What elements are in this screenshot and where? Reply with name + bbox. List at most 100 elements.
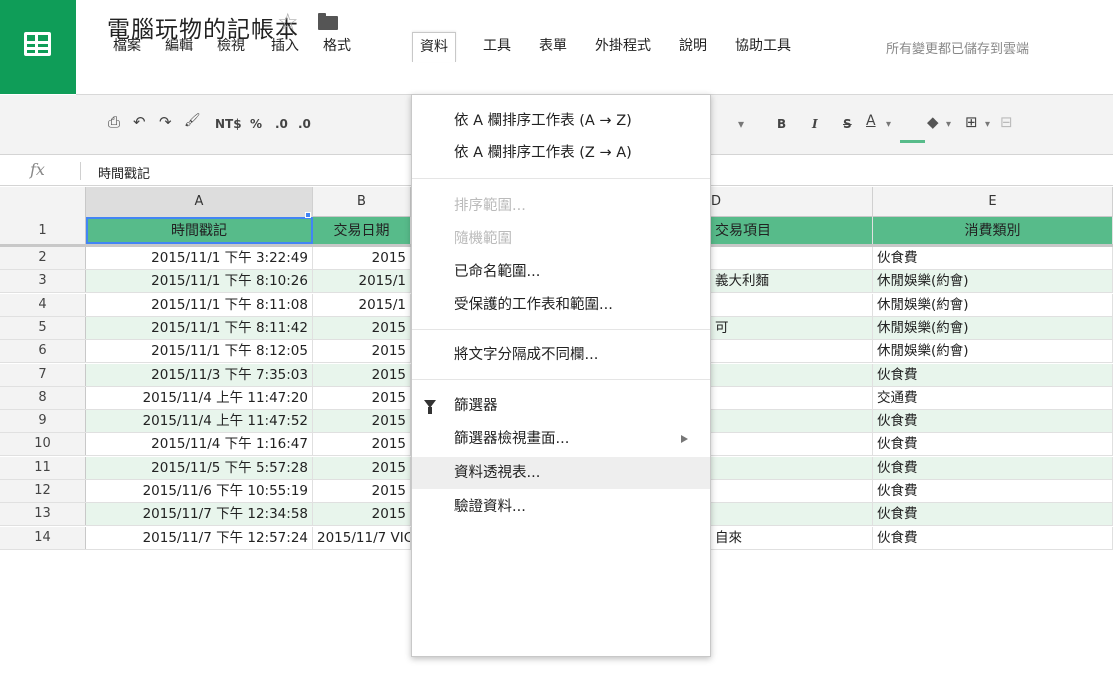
- row-number[interactable]: 3: [0, 270, 86, 293]
- menu-edit[interactable]: 編輯: [158, 32, 200, 60]
- menu-item-named-ranges[interactable]: 已命名範圍...: [412, 256, 710, 288]
- bold-button[interactable]: B: [777, 117, 786, 131]
- cell-b[interactable]: 2015/11/7 VICKY: [313, 526, 411, 549]
- row-number[interactable]: 13: [0, 503, 86, 526]
- row-number[interactable]: 4: [0, 293, 86, 316]
- menu-item-data-validation[interactable]: 驗證資料...: [412, 491, 710, 523]
- cell-d[interactable]: [711, 410, 873, 433]
- percent-format-button[interactable]: %: [250, 117, 262, 131]
- formula-input[interactable]: 時間戳記: [98, 163, 150, 182]
- cell-b[interactable]: 2015: [313, 363, 411, 386]
- font-size-dropdown[interactable]: ▾: [738, 117, 744, 131]
- cell-a[interactable]: 2015/11/4 上午 11:47:20: [86, 386, 313, 409]
- cell-e[interactable]: 伙食費: [873, 363, 1113, 386]
- save-status[interactable]: 所有變更都已儲存到雲端: [886, 38, 1029, 57]
- sheets-logo[interactable]: [0, 0, 76, 94]
- fill-color-icon[interactable]: ◆: [927, 113, 939, 131]
- cell-b[interactable]: 2015/1: [313, 293, 411, 316]
- row-number[interactable]: 14: [0, 526, 86, 549]
- fill-color-caret-icon[interactable]: ▾: [946, 119, 951, 130]
- cell-e[interactable]: 伙食費: [873, 526, 1113, 549]
- merge-cells-icon[interactable]: ⊟: [1000, 113, 1013, 131]
- cell-e[interactable]: 伙食費: [873, 247, 1113, 269]
- cell-a[interactable]: 2015/11/7 下午 12:34:58: [86, 503, 313, 526]
- menu-item-sort-range[interactable]: 排序範圍...: [412, 190, 710, 222]
- menu-insert[interactable]: 插入: [264, 32, 306, 60]
- menu-accessibility[interactable]: 協助工具: [728, 32, 798, 60]
- cell-e[interactable]: 伙食費: [873, 480, 1113, 502]
- cell-e[interactable]: 交通費: [873, 386, 1113, 409]
- menu-help[interactable]: 說明: [672, 32, 714, 60]
- text-color-button[interactable]: A: [866, 113, 876, 129]
- cell-d[interactable]: [711, 480, 873, 502]
- cell-b[interactable]: 2015: [313, 433, 411, 456]
- borders-caret-icon[interactable]: ▾: [985, 119, 990, 130]
- cell-b[interactable]: 2015: [313, 410, 411, 433]
- borders-icon[interactable]: ⊞: [965, 113, 978, 131]
- cell-a[interactable]: 2015/11/4 下午 1:16:47: [86, 433, 313, 456]
- menu-item-randomize-range[interactable]: 隨機範圍: [412, 223, 710, 255]
- folder-icon[interactable]: [318, 13, 338, 30]
- row-number[interactable]: 10: [0, 433, 86, 456]
- cell-d[interactable]: [711, 386, 873, 409]
- cell-a1[interactable]: 時間戳記: [86, 217, 313, 244]
- row-number[interactable]: 12: [0, 480, 86, 502]
- cell-e[interactable]: 休閒娛樂(約會): [873, 270, 1113, 293]
- cell-b[interactable]: 2015: [313, 340, 411, 363]
- cell-d[interactable]: [711, 340, 873, 363]
- menu-item-sort-a-z[interactable]: 依 A 欄排序工作表 (A → Z): [412, 105, 710, 137]
- cell-d[interactable]: [711, 503, 873, 526]
- row-number[interactable]: 6: [0, 340, 86, 363]
- menu-item-pivot-table[interactable]: 資料透視表...: [412, 457, 710, 489]
- cell-b[interactable]: 2015: [313, 247, 411, 269]
- column-header-d[interactable]: D: [711, 187, 873, 217]
- cell-a[interactable]: 2015/11/1 下午 8:11:08: [86, 293, 313, 316]
- cell-d[interactable]: 可: [711, 316, 873, 339]
- increase-decimal-button[interactable]: .0: [298, 117, 311, 131]
- undo-icon[interactable]: ↶: [133, 113, 146, 131]
- column-header-a[interactable]: A: [86, 187, 313, 217]
- menu-file[interactable]: 檔案: [106, 32, 148, 60]
- menu-format[interactable]: 格式: [316, 32, 358, 60]
- cell-a[interactable]: 2015/11/1 下午 8:11:42: [86, 316, 313, 339]
- column-header-b[interactable]: B: [313, 187, 411, 217]
- menu-addons[interactable]: 外掛程式: [588, 32, 658, 60]
- cell-d[interactable]: [711, 363, 873, 386]
- cell-d[interactable]: 自來: [711, 526, 873, 549]
- row-number[interactable]: 2: [0, 247, 86, 269]
- row-number[interactable]: 11: [0, 456, 86, 479]
- decrease-decimal-button[interactable]: .0: [275, 117, 288, 131]
- cell-b1[interactable]: 交易日期: [313, 217, 411, 244]
- row-number[interactable]: 1: [0, 217, 86, 244]
- currency-format-button[interactable]: NT$: [215, 117, 242, 131]
- menu-item-sort-z-a[interactable]: 依 A 欄排序工作表 (Z → A): [412, 137, 710, 169]
- menu-form[interactable]: 表單: [532, 32, 574, 60]
- cell-a[interactable]: 2015/11/3 下午 7:35:03: [86, 363, 313, 386]
- menu-item-protected-sheets[interactable]: 受保護的工作表和範圍...: [412, 289, 710, 321]
- cell-a[interactable]: 2015/11/1 下午 8:12:05: [86, 340, 313, 363]
- menu-tools[interactable]: 工具: [476, 32, 518, 60]
- print-icon[interactable]: ⎙: [108, 113, 120, 131]
- column-header-e[interactable]: E: [873, 187, 1113, 217]
- select-all-corner[interactable]: [0, 187, 86, 217]
- cell-e[interactable]: 休閒娛樂(約會): [873, 340, 1113, 363]
- cell-e[interactable]: 伙食費: [873, 410, 1113, 433]
- strikethrough-button[interactable]: S: [843, 117, 852, 131]
- cell-a[interactable]: 2015/11/5 下午 5:57:28: [86, 456, 313, 479]
- cell-b[interactable]: 2015: [313, 386, 411, 409]
- row-number[interactable]: 5: [0, 316, 86, 339]
- cell-a[interactable]: 2015/11/6 下午 10:55:19: [86, 480, 313, 502]
- cell-e[interactable]: 休閒娛樂(約會): [873, 316, 1113, 339]
- cell-e[interactable]: 休閒娛樂(約會): [873, 293, 1113, 316]
- cell-a[interactable]: 2015/11/1 下午 8:10:26: [86, 270, 313, 293]
- row-number[interactable]: 9: [0, 410, 86, 433]
- cell-d[interactable]: [711, 247, 873, 269]
- cell-d1[interactable]: 交易項目: [711, 217, 873, 244]
- text-color-caret-icon[interactable]: ▾: [886, 119, 891, 130]
- cell-e1[interactable]: 消費類別: [873, 217, 1113, 244]
- paint-format-icon[interactable]: 🖌: [184, 113, 201, 128]
- row-number[interactable]: 8: [0, 386, 86, 409]
- italic-button[interactable]: I: [812, 117, 818, 131]
- menu-view[interactable]: 檢視: [210, 32, 252, 60]
- cell-a[interactable]: 2015/11/7 下午 12:57:24: [86, 526, 313, 549]
